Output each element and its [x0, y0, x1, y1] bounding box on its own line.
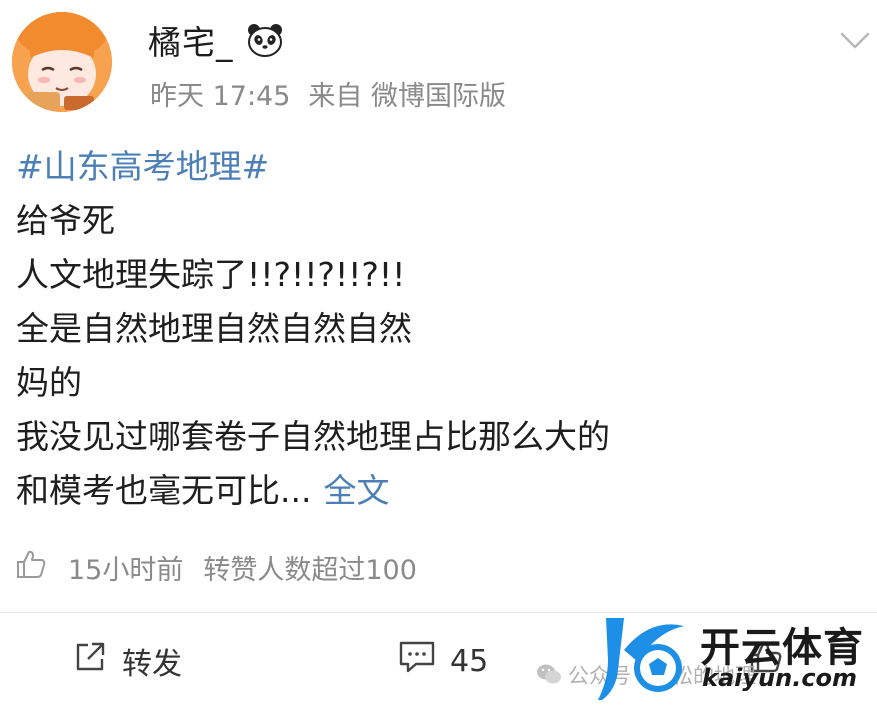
post-time: 昨天 17:45	[150, 81, 291, 112]
repost-label: 转发	[122, 647, 182, 682]
content-line: 全是自然地理自然自然自然	[16, 309, 412, 348]
content-line: 给爷死	[16, 201, 115, 240]
post-content: #山东高考地理# 给爷死 人文地理失踪了!!?!!?!!?!! 全是自然地理自然…	[16, 140, 866, 518]
avatar[interactable]	[12, 12, 112, 112]
likes-summary: 转赞人数超过100	[203, 554, 417, 586]
chevron-down-icon[interactable]	[837, 22, 873, 58]
comment-button[interactable]: 45	[398, 639, 488, 683]
thumbs-up-icon	[748, 639, 784, 683]
repost-button[interactable]: 转发	[72, 639, 182, 683]
hashtag-line: #山东高考地理#	[16, 140, 866, 194]
likes-time: 15小时前	[68, 554, 184, 586]
likes-row: 15小时前 转赞人数超过100	[14, 545, 417, 589]
comment-count: 45	[450, 643, 489, 679]
hashtag-link[interactable]: #山东高考地理#	[16, 147, 269, 186]
username-row: 橘宅_	[148, 16, 284, 64]
content-line: 我没见过哪套卷子自然地理占比那么大的	[16, 417, 610, 456]
comment-icon	[398, 639, 436, 683]
full-text-link[interactable]: 全文	[323, 471, 389, 510]
post-header: 橘宅_ 昨天 17:45 来自 微博国际版	[0, 0, 877, 124]
post-meta: 昨天 17:45 来自 微博国际版	[150, 74, 506, 113]
action-bar: 转发 45	[0, 613, 877, 710]
content-truncated-text: 和模考也毫无可比...	[16, 471, 312, 510]
content-line: 人文地理失踪了!!?!!?!!?!!	[16, 255, 406, 294]
post-source: 来自 微博国际版	[308, 81, 506, 112]
thumbs-up-icon[interactable]	[14, 547, 48, 588]
share-icon	[72, 639, 108, 683]
avatar-image	[12, 12, 112, 112]
like-button[interactable]	[748, 639, 784, 683]
content-line: 妈的	[16, 363, 82, 402]
content-last-line: 和模考也毫无可比... 全文	[16, 464, 866, 518]
username[interactable]: 橘宅_	[148, 16, 234, 64]
panda-icon	[246, 21, 284, 59]
